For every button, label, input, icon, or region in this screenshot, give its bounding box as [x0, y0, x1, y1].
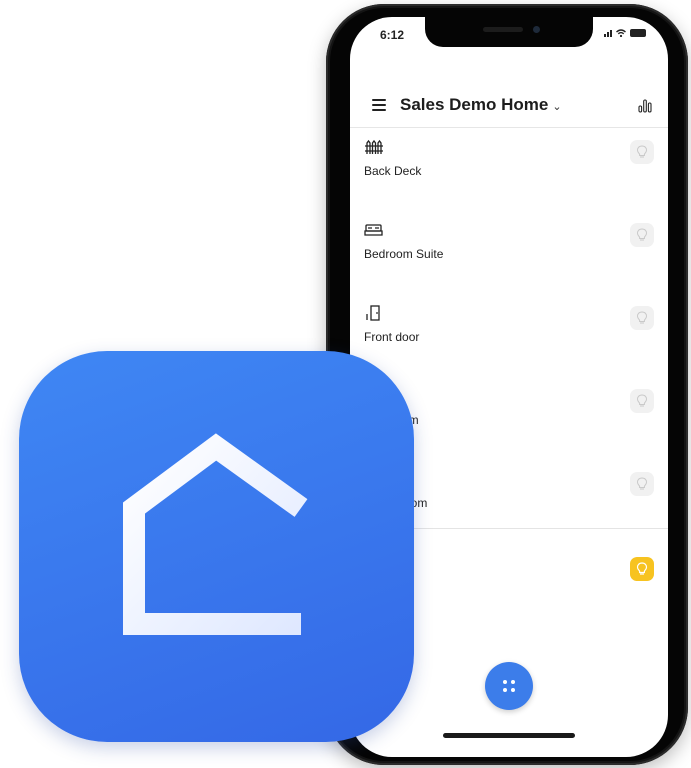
cellular-signal-icon	[604, 30, 612, 37]
door-icon	[366, 305, 380, 321]
lightbulb-icon	[636, 228, 648, 241]
front-camera	[533, 26, 540, 33]
lightbulb-icon	[636, 562, 648, 575]
light-toggle-button[interactable]	[630, 306, 654, 330]
home-indicator	[443, 733, 575, 738]
promo-canvas: 6:12 Sales Demo Home ⌄ Back Deck Bedroom…	[0, 0, 691, 768]
status-icons	[604, 29, 646, 37]
light-toggle-button[interactable]	[630, 472, 654, 496]
room-name: Bedroom Suite	[364, 247, 444, 261]
app-header: Sales Demo Home ⌄	[350, 87, 668, 128]
lightbulb-icon	[636, 311, 648, 324]
home-name: Sales Demo Home	[400, 95, 549, 114]
room-name: Front door	[364, 330, 420, 344]
house-outline-icon	[123, 433, 308, 635]
light-toggle-button[interactable]	[630, 140, 654, 164]
speaker-grille	[483, 27, 523, 32]
hamburger-menu-icon[interactable]	[372, 99, 386, 111]
status-time: 6:12	[380, 28, 405, 42]
battery-icon	[630, 29, 646, 37]
bed-icon	[364, 224, 383, 236]
fence-icon	[365, 139, 383, 154]
room-name: Back Deck	[364, 164, 422, 178]
home-selector[interactable]: Sales Demo Home ⌄	[400, 95, 562, 115]
lightbulb-icon	[636, 394, 648, 407]
light-toggle-button-on[interactable]	[630, 557, 654, 581]
phone-notch	[425, 17, 593, 47]
lightbulb-icon	[636, 477, 648, 490]
room-row-bedroom-suite[interactable]: Bedroom Suite	[350, 212, 668, 294]
light-toggle-button[interactable]	[630, 223, 654, 247]
bar-chart-icon[interactable]	[638, 99, 652, 113]
room-row-back-deck[interactable]: Back Deck	[350, 129, 668, 211]
light-toggle-button[interactable]	[630, 389, 654, 413]
wifi-icon	[616, 29, 626, 37]
chevron-down-icon: ⌄	[552, 101, 562, 113]
lightbulb-icon	[636, 145, 648, 158]
grid-dots-icon[interactable]	[485, 662, 533, 710]
app-icon[interactable]	[19, 351, 414, 742]
